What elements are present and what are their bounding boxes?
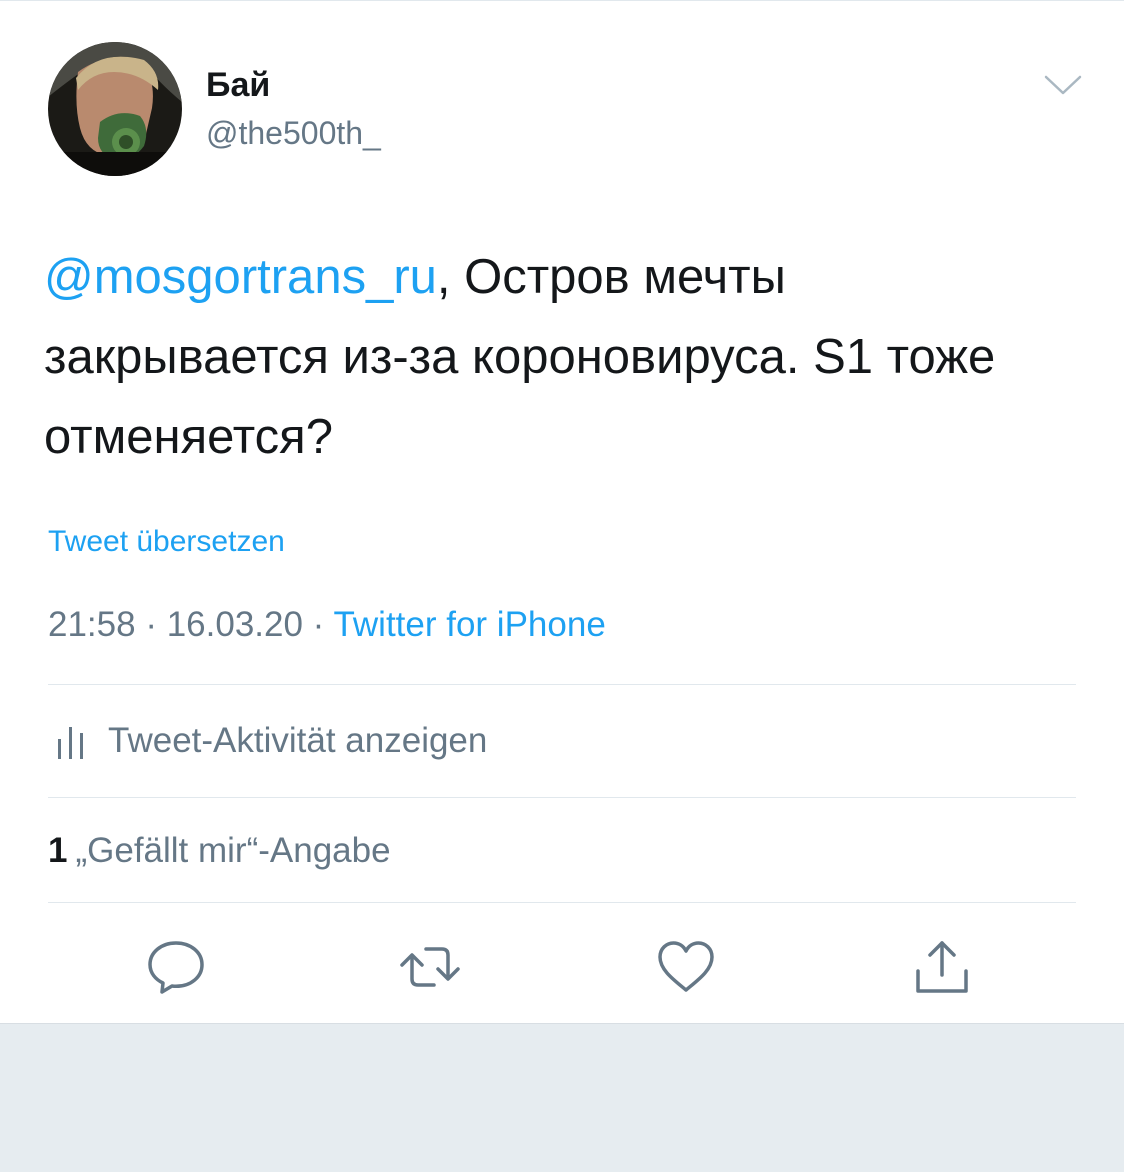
divider (48, 797, 1076, 798)
speech-bubble-icon (148, 941, 204, 994)
user-handle[interactable]: @the500th_ (206, 113, 381, 153)
display-name[interactable]: Бай (206, 65, 270, 105)
tweet-time: 21:58 (48, 605, 136, 644)
divider (48, 902, 1076, 903)
avatar[interactable] (48, 42, 182, 176)
mention-link[interactable]: @mosgortrans_ru (44, 250, 437, 304)
heart-icon (658, 941, 714, 992)
retweet-button[interactable] (398, 935, 462, 999)
share-button[interactable] (910, 935, 974, 999)
reply-button[interactable] (144, 935, 208, 999)
tweet-detail-card: Бай @the500th_ @mosgortrans_ru, Остров м… (0, 0, 1124, 1024)
like-button[interactable] (654, 935, 718, 999)
meta-separator: · (135, 605, 167, 644)
tweet-menu-button[interactable] (1040, 67, 1086, 103)
tweet-metadata: 21:58 · 16.03.20 · Twitter for iPhone (48, 603, 606, 647)
divider (48, 684, 1076, 685)
bar-chart-icon (58, 727, 83, 759)
tweet-text: @mosgortrans_ru, Остров мечты закрываетс… (44, 237, 1084, 477)
tweet-activity-button[interactable]: Tweet-Aktivität anzeigen (56, 719, 487, 763)
like-count-label: „Gefällt mir“-Angabe (75, 831, 391, 870)
share-icon (916, 941, 968, 993)
chevron-down-icon (1044, 75, 1082, 95)
translate-tweet-link[interactable]: Tweet übersetzen (48, 523, 285, 561)
like-count: 1 (48, 831, 68, 870)
tweet-source-link[interactable]: Twitter for iPhone (333, 605, 605, 644)
like-count-row[interactable]: 1 „Gefällt mir“-Angabe (48, 829, 391, 873)
meta-separator: · (302, 605, 334, 644)
avatar-photo (48, 42, 182, 176)
retweet-icon (400, 947, 460, 987)
tweet-activity-label: Tweet-Aktivität anzeigen (108, 721, 488, 760)
tweet-date: 16.03.20 (166, 605, 303, 644)
